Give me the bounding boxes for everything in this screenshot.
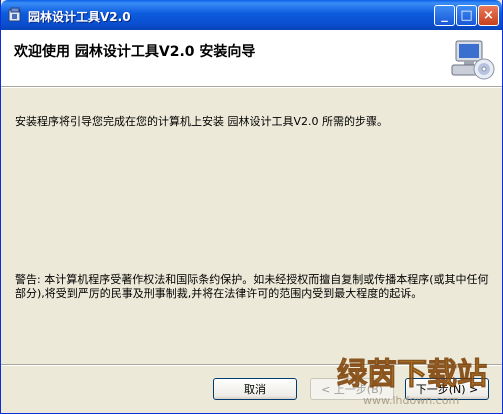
wizard-header-title: 欢迎使用 园林设计工具V2.0 安装向导 [14, 44, 256, 60]
installer-app-icon [8, 7, 21, 22]
next-button[interactable]: 下一步(N) > [405, 378, 489, 400]
copyright-warning: 警告: 本计算机程序受著作权法和国际条约保护。如未经授权而擅自复制或传播本程序(… [15, 273, 489, 300]
close-button[interactable]: × [478, 5, 499, 26]
cancel-button[interactable]: 取消 [213, 378, 297, 400]
window-title: 园林设计工具V2.0 [28, 10, 131, 24]
button-separator [1, 364, 502, 366]
back-button[interactable]: < 上一步(B) [310, 378, 394, 400]
minimize-button[interactable]: _ [434, 5, 455, 26]
maximize-button[interactable]: □ [456, 5, 477, 26]
close-icon: × [483, 8, 494, 23]
wizard-header: 欢迎使用 园林设计工具V2.0 安装向导 [1, 30, 502, 87]
installer-window: 园林设计工具V2.0 _ □ × 欢迎使用 园林设计工具V2.0 安装向导 安装… [0, 0, 503, 414]
title-bar[interactable]: 园林设计工具V2.0 _ □ × [1, 0, 502, 30]
maximize-icon: □ [460, 8, 473, 23]
computer-disc-icon [451, 40, 495, 80]
header-divider [1, 87, 502, 88]
welcome-text: 安装程序将引导您完成在您的计算机上安装 园林设计工具V2.0 所需的步骤。 [15, 115, 389, 128]
minimize-icon: _ [441, 8, 448, 23]
